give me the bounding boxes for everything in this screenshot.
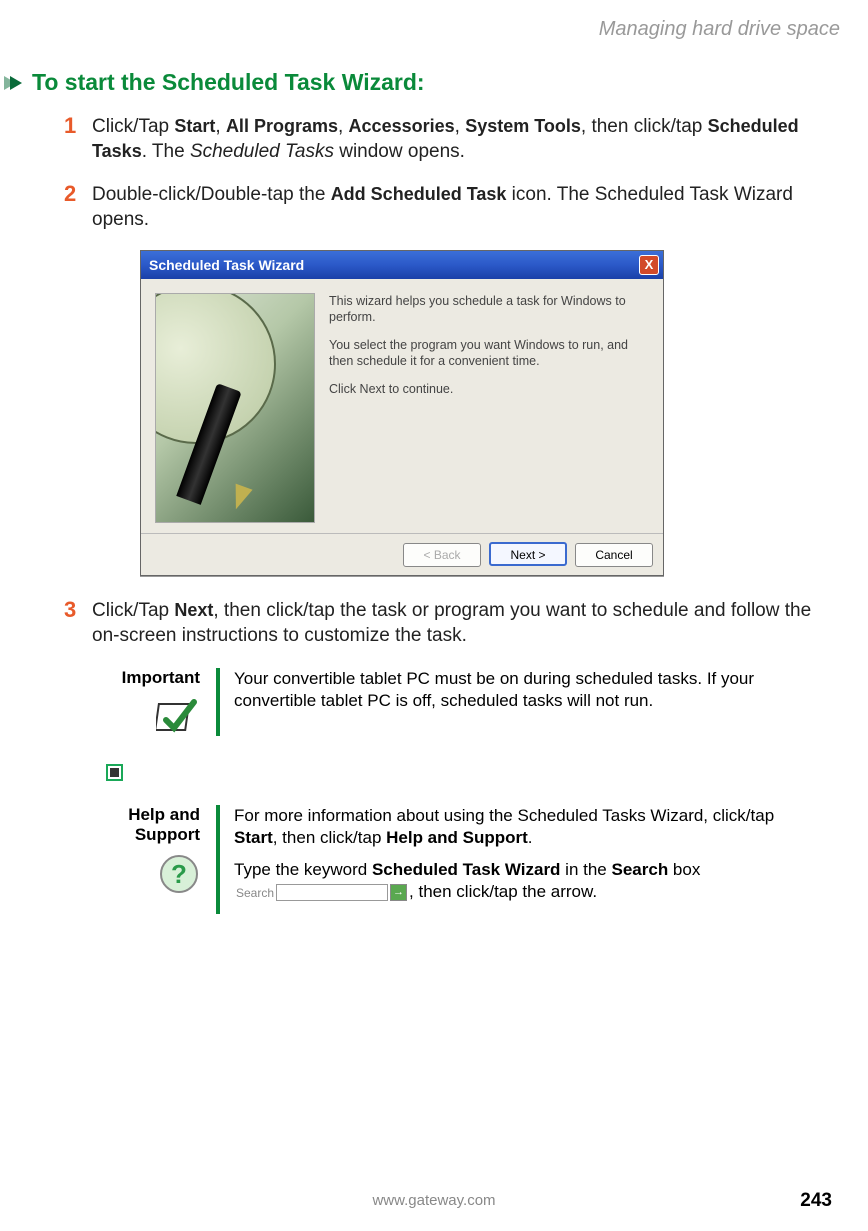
back-button: < Back	[403, 543, 481, 567]
step-text: Double-click/Double-tap the Add Schedule…	[92, 182, 840, 232]
text: , then click/tap the arrow.	[409, 882, 597, 901]
label-accessories: Accessories	[349, 116, 455, 136]
wizard-window: Scheduled Task Wizard X This wizard help…	[140, 250, 664, 576]
search-input[interactable]	[276, 884, 388, 901]
important-callout: Important Your convertible tablet PC mus…	[92, 668, 840, 736]
wizard-line2: You select the program you want Windows …	[329, 337, 647, 369]
label-help-support: Help and Support	[386, 828, 528, 847]
text: . The	[142, 141, 190, 162]
text: .	[528, 828, 533, 847]
help-support-callout: Help and Support ? For more information …	[92, 805, 840, 914]
text: Click/Tap	[92, 600, 174, 621]
help-support-body: For more information about using the Sch…	[234, 805, 840, 914]
footer-url: www.gateway.com	[372, 1192, 495, 1209]
text: ,	[215, 116, 226, 137]
close-button[interactable]: X	[639, 255, 659, 275]
search-box-label: Search	[236, 882, 274, 904]
text: Double-click/Double-tap the	[92, 184, 331, 205]
step-text: Click/Tap Start, All Programs, Accessori…	[92, 114, 840, 164]
wizard-line3: Click Next to continue.	[329, 381, 647, 397]
wizard-titlebar: Scheduled Task Wizard X	[141, 251, 663, 279]
important-text: Your convertible tablet PC must be on du…	[234, 668, 810, 712]
help-p1: For more information about using the Sch…	[234, 805, 810, 849]
text: ,	[338, 116, 349, 137]
text: box	[668, 860, 700, 879]
wizard-content: This wizard helps you schedule a task fo…	[315, 293, 647, 523]
next-button[interactable]: Next >	[489, 542, 567, 566]
step-number: 1	[64, 114, 92, 164]
text: in the	[560, 860, 611, 879]
text: Type the keyword	[234, 860, 372, 879]
arrow-bullet-icon	[10, 76, 22, 90]
text: , then click/tap	[273, 828, 386, 847]
section-title-row: To start the Scheduled Task Wizard:	[10, 69, 840, 96]
section-title: To start the Scheduled Task Wizard:	[32, 69, 425, 96]
label-search: Search	[612, 860, 669, 879]
italic-scheduled-tasks: Scheduled Tasks	[190, 141, 334, 162]
search-widget: Search →	[236, 882, 407, 904]
step-number: 3	[64, 598, 92, 648]
wizard-title: Scheduled Task Wizard	[149, 257, 304, 273]
page-header: Managing hard drive space	[10, 18, 840, 41]
callout-divider	[216, 805, 220, 914]
label-add-scheduled-task: Add Scheduled Task	[331, 184, 507, 204]
wizard-body: This wizard helps you schedule a task fo…	[141, 279, 663, 533]
callout-label-col: Help and Support ?	[92, 805, 216, 914]
end-of-section-icon	[106, 764, 123, 781]
pen-nib-icon	[227, 484, 252, 513]
text: Click/Tap	[92, 116, 174, 137]
label-all-programs: All Programs	[226, 116, 338, 136]
search-go-arrow-icon[interactable]: →	[390, 884, 407, 901]
checkmark-icon	[92, 696, 200, 736]
page-footer: www.gateway.com 243	[0, 1192, 868, 1209]
page-number: 243	[800, 1190, 832, 1212]
help-p2: Type the keyword Scheduled Task Wizard i…	[234, 859, 810, 904]
question-icon: ?	[92, 853, 200, 895]
callout-label-col: Important	[92, 668, 216, 736]
important-label: Important	[92, 668, 200, 688]
label-start: Start	[174, 116, 215, 136]
text: ,	[455, 116, 466, 137]
help-support-label: Help and Support	[92, 805, 200, 845]
label-start: Start	[234, 828, 273, 847]
text: For more information about using the Sch…	[234, 806, 774, 825]
step-1: 1 Click/Tap Start, All Programs, Accesso…	[64, 114, 840, 164]
keyword-scheduled-task-wizard: Scheduled Task Wizard	[372, 860, 560, 879]
step-2: 2 Double-click/Double-tap the Add Schedu…	[64, 182, 840, 232]
wizard-screenshot: Scheduled Task Wizard X This wizard help…	[140, 250, 840, 576]
cancel-button[interactable]: Cancel	[575, 543, 653, 567]
step-number: 2	[64, 182, 92, 232]
text: window opens.	[334, 141, 465, 162]
wizard-button-row: < Back Next > Cancel	[141, 533, 663, 575]
callout-divider	[216, 668, 220, 736]
label-system-tools: System Tools	[465, 116, 581, 136]
label-next: Next	[174, 600, 213, 620]
step-3: 3 Click/Tap Next, then click/tap the tas…	[64, 598, 840, 648]
text: , then click/tap	[581, 116, 708, 137]
important-body: Your convertible tablet PC must be on du…	[234, 668, 840, 736]
svg-text:?: ?	[171, 859, 187, 889]
wizard-sidebar-image	[155, 293, 315, 523]
wizard-line1: This wizard helps you schedule a task fo…	[329, 293, 647, 325]
step-text: Click/Tap Next, then click/tap the task …	[92, 598, 840, 648]
